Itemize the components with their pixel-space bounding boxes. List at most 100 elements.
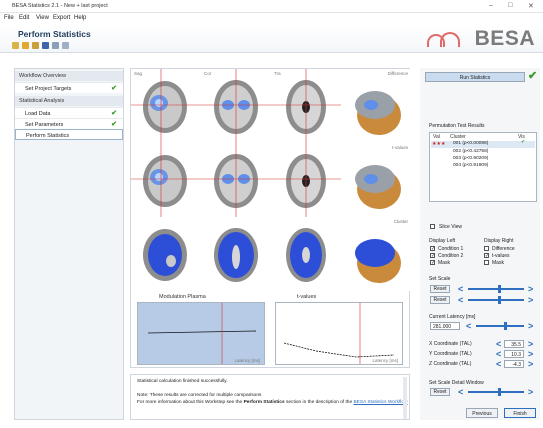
y-coordinate-label: Y Coordinate (TAL) — [429, 351, 472, 357]
detail-right-arrow-icon[interactable]: > — [528, 388, 533, 397]
workflow-item-load-data[interactable]: Load Data ✔ — [15, 107, 123, 118]
menu-view[interactable]: View — [36, 15, 49, 21]
scale-reset-button-1[interactable]: Reset — [430, 285, 450, 293]
latency-right-arrow-icon[interactable]: > — [528, 322, 533, 331]
3d-head-3 — [355, 239, 401, 283]
menu-help[interactable]: Help — [74, 15, 86, 21]
menu-export[interactable]: Export — [53, 15, 70, 21]
detail-slider[interactable] — [468, 391, 524, 393]
maximize-button[interactable]: □ — [508, 2, 512, 9]
condition1-checkbox[interactable]: ✓ — [430, 246, 435, 252]
previous-button[interactable]: Previous — [466, 408, 498, 418]
scale-slider-thumb-2[interactable] — [498, 296, 501, 304]
table-row[interactable]: 004 (p<0.91909) — [431, 163, 535, 170]
logo-arc-icon — [440, 32, 460, 47]
x-right-arrow-icon[interactable]: > — [528, 340, 533, 349]
help-icon[interactable] — [62, 42, 69, 49]
graph-left-title: Modulation Plasma — [159, 294, 206, 300]
transverse-view-row2[interactable] — [271, 143, 341, 217]
3d-head-1 — [355, 91, 401, 135]
coronal-view-row1[interactable]: Cor — [201, 69, 271, 143]
table-row[interactable]: 002 (p<0.42758) — [431, 149, 535, 156]
scale-left-arrow-icon[interactable]: < — [458, 296, 463, 305]
coronal-view-row3[interactable] — [201, 217, 271, 291]
workflow-item-set-parameters[interactable]: Set Parameters ✔ — [15, 118, 123, 129]
workflow-item-set-project-targets[interactable]: Set Project Targets ✔ — [15, 82, 123, 93]
info-link[interactable]: BESA Statistics Workflow — [353, 400, 407, 405]
y-left-arrow-icon[interactable]: < — [496, 350, 501, 359]
check-icon: ✔ — [528, 70, 538, 82]
workflow-item-perform-statistics[interactable]: Perform Statistics — [15, 129, 123, 140]
latency-slider[interactable] — [476, 325, 524, 327]
detail-left-arrow-icon[interactable]: < — [458, 388, 463, 397]
transverse-view-row3[interactable] — [271, 217, 341, 291]
sagittal-brain-1 — [131, 69, 201, 143]
menu-file[interactable]: File — [4, 15, 14, 21]
sagittal-view-row1[interactable]: Sag — [131, 69, 201, 143]
menu-bar: File Edit View Export Help — [0, 13, 543, 25]
3d-head-view-row2[interactable]: t-values — [341, 143, 411, 217]
title-bar: BESA Statistics 2.1 - New + last project… — [0, 0, 543, 13]
settings-icon[interactable] — [52, 42, 59, 49]
window-title: BESA Statistics 2.1 - New + last project — [12, 3, 108, 9]
tvalues-plot — [283, 303, 395, 364]
mask-right-checkbox[interactable] — [484, 260, 489, 265]
control-panel: Run Statistics ✔ Permutation Test Result… — [420, 68, 540, 420]
condition2-checkbox[interactable]: ✓ — [430, 253, 435, 259]
scale-right-arrow-icon[interactable]: > — [528, 296, 533, 305]
detail-slider-thumb[interactable] — [498, 388, 501, 396]
z-coordinate-input[interactable]: -4.3 — [504, 360, 524, 368]
scale-detail-reset-button[interactable]: Reset — [430, 388, 450, 396]
scale-left-arrow-icon[interactable]: < — [458, 285, 463, 294]
finish-button[interactable]: Finish — [504, 408, 536, 418]
scale-reset-button-2[interactable]: Reset — [430, 296, 450, 304]
z-left-arrow-icon[interactable]: < — [496, 360, 501, 369]
message-scrollbar[interactable] — [403, 377, 407, 419]
y-right-arrow-icon[interactable]: > — [528, 350, 533, 359]
transverse-view-row1[interactable]: Tra — [271, 69, 341, 143]
scale-right-arrow-icon[interactable]: > — [528, 285, 533, 294]
save-icon[interactable] — [42, 42, 49, 49]
info-suffix: section in the description of the — [285, 400, 353, 405]
x-coordinate-input[interactable]: 35.5 — [504, 340, 524, 348]
difference-checkbox[interactable] — [484, 246, 489, 251]
tvalues-checkbox[interactable]: ✓ — [484, 253, 489, 259]
scale-slider-2[interactable] — [468, 299, 524, 301]
significance-stars: ★★★ — [432, 141, 446, 147]
x-left-arrow-icon[interactable]: < — [496, 340, 501, 349]
modulation-graph[interactable]: Latency [ms] — [137, 302, 265, 365]
workflow-section-overview: Workflow Overview — [15, 71, 123, 81]
mask-left-checkbox[interactable]: ✓ — [430, 260, 435, 266]
coronal-view-row2[interactable] — [201, 143, 271, 217]
scale-slider-1[interactable] — [468, 288, 524, 290]
latency-input[interactable]: 281.000 — [430, 322, 460, 330]
scale-detail-title: Set Scale Detail Window — [429, 380, 484, 386]
latency-left-arrow-icon[interactable]: < — [466, 322, 471, 331]
coronal-brain-3 — [214, 228, 258, 282]
3d-head-view-row3[interactable]: Cluster — [341, 217, 411, 291]
3d-head-view-row1[interactable]: Difference — [341, 69, 411, 143]
table-row[interactable]: 003 (p<0.90209) — [431, 156, 535, 163]
menu-edit[interactable]: Edit — [19, 15, 29, 21]
slice-view-checkbox[interactable] — [430, 224, 435, 229]
scale-slider-thumb-1[interactable] — [498, 285, 501, 293]
table-row[interactable]: ★★★ 001 (p<0.00098) ✔ — [431, 140, 535, 148]
new-project-icon[interactable] — [12, 42, 19, 49]
cluster-label: 002 (p<0.42758) — [453, 149, 489, 154]
y-coordinate-input[interactable]: 10.3 — [504, 350, 524, 358]
sagittal-view-row3[interactable] — [131, 217, 201, 291]
condition1-label: Condition 1 — [438, 246, 464, 252]
sagittal-view-row2[interactable] — [131, 143, 201, 217]
close-button[interactable]: ✕ — [528, 2, 534, 10]
open-folder-icon[interactable] — [22, 42, 29, 49]
tvalues-graph[interactable]: Latency [ms] — [275, 302, 403, 365]
status-message: Statistical calculation finished success… — [137, 379, 228, 384]
workflow-item-label: Perform Statistics — [26, 132, 70, 139]
sagittal-brain-3 — [143, 229, 187, 281]
permutation-title: Permutation Test Results — [429, 123, 485, 129]
latency-slider-thumb[interactable] — [504, 322, 507, 330]
z-right-arrow-icon[interactable]: > — [528, 360, 533, 369]
run-statistics-button[interactable]: Run Statistics — [425, 72, 525, 82]
minimize-button[interactable]: – — [489, 2, 493, 9]
open-file-icon[interactable] — [32, 42, 39, 49]
